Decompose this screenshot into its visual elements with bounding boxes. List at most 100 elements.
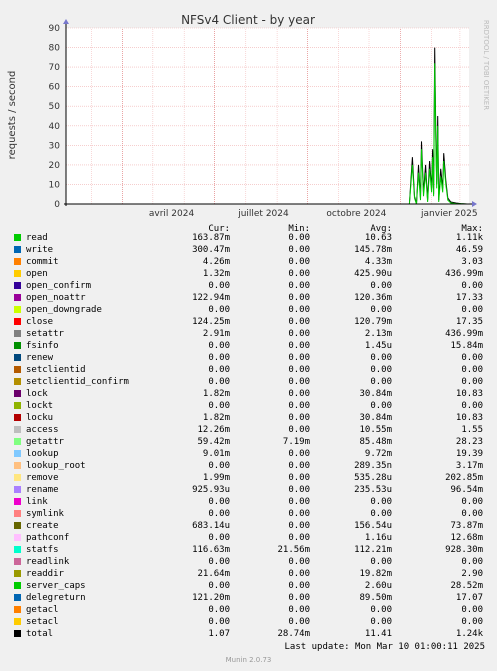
- legend-row-access: access 12.26m 0.00 10.55m 1.55: [0, 424, 497, 436]
- legend-cur: 0.00: [208, 281, 230, 291]
- y-tick-label: 80: [49, 44, 61, 54]
- legend-max: 436.99m: [445, 329, 483, 339]
- legend-row-readlink: readlink 0.00 0.00 0.00 0.00: [0, 556, 497, 568]
- legend-max: 0.00: [461, 377, 483, 387]
- legend-name: open_noattr: [26, 293, 86, 303]
- legend-min: 28.74m: [277, 629, 310, 639]
- legend-avg: 9.72m: [364, 449, 392, 459]
- legend-cur: 300.47m: [192, 245, 230, 255]
- legend-max: 19.39: [455, 449, 483, 459]
- legend-avg: 1.16u: [364, 533, 392, 543]
- legend-swatch: [14, 510, 21, 517]
- x-tick-label: octobre 2024: [326, 209, 386, 219]
- legend-max: 0.00: [461, 509, 483, 519]
- legend-name: lockt: [26, 401, 54, 411]
- chart-title: NFSv4 Client - by year: [181, 13, 315, 27]
- legend-max: 0.00: [461, 353, 483, 363]
- legend-min: 0.00: [288, 365, 310, 375]
- legend-row-lockt: lockt 0.00 0.00 0.00 0.00: [0, 400, 497, 412]
- x-ticks: avril 2024 juillet 2024 octobre 2024 janvie…: [149, 209, 478, 219]
- legend-max: 10.83: [455, 413, 483, 423]
- legend-row-getattr: getattr 59.42m 7.19m 85.48m 28.23: [0, 436, 497, 448]
- legend-avg: 0.00: [370, 353, 392, 363]
- legend-max: 0.00: [461, 617, 483, 627]
- legend-cur: 163.87m: [192, 233, 230, 243]
- legend-avg: 30.84m: [359, 389, 392, 399]
- legend-name: setacl: [26, 617, 59, 627]
- legend-swatch: [14, 366, 21, 373]
- legend-min: 0.00: [288, 581, 310, 591]
- legend-avg: 535.28u: [354, 473, 392, 483]
- legend-name: open_downgrade: [26, 305, 102, 315]
- legend-swatch: [14, 246, 21, 253]
- legend-avg: 89.50m: [359, 593, 392, 603]
- y-tick-label: 60: [49, 83, 61, 93]
- legend-name: access: [26, 425, 59, 435]
- legend-min: 0.00: [288, 269, 310, 279]
- legend-name: getacl: [26, 605, 59, 615]
- legend-min: 0.00: [288, 449, 310, 459]
- legend-swatch: [14, 462, 21, 469]
- legend-row-pathconf: pathconf 0.00 0.00 1.16u 12.68m: [0, 532, 497, 544]
- legend-name: readdir: [26, 569, 64, 579]
- legend-min: 0.00: [288, 389, 310, 399]
- legend-min: 0.00: [288, 485, 310, 495]
- legend-row-open_noattr: open_noattr 122.94m 0.00 120.36m 17.33: [0, 292, 497, 304]
- legend-swatch: [14, 630, 21, 637]
- legend-name: open_confirm: [26, 281, 92, 291]
- legend-row-remove: remove 1.99m 0.00 535.28u 202.85m: [0, 472, 497, 484]
- x-tick-label: juillet 2024: [237, 209, 289, 219]
- legend-row-total: total 1.07 28.74m 11.41 1.24k: [0, 628, 497, 640]
- legend-swatch: [14, 330, 21, 337]
- legend-swatch: [14, 618, 21, 625]
- legend-row-locku: locku 1.82m 0.00 30.84m 10.83: [0, 412, 497, 424]
- legend-swatch: [14, 558, 21, 565]
- legend-cur: 0.00: [208, 497, 230, 507]
- legend-cur: 12.26m: [197, 425, 230, 435]
- legend-max: 15.84m: [450, 341, 483, 351]
- legend-max: 28.52m: [450, 581, 483, 591]
- legend-max: 1.24k: [455, 629, 483, 639]
- x-tick-label: avril 2024: [149, 209, 195, 219]
- legend-max: 17.35: [455, 317, 483, 327]
- legend-swatch: [14, 306, 21, 313]
- legend-name: lookup_root: [26, 461, 86, 471]
- y-tick-label: 70: [49, 63, 61, 73]
- legend-row-setacl: setacl 0.00 0.00 0.00 0.00: [0, 616, 497, 628]
- legend-name: fsinfo: [26, 341, 59, 351]
- legend-row-symlink: symlink 0.00 0.00 0.00 0.00: [0, 508, 497, 520]
- x-axis-arrow: [472, 201, 477, 207]
- legend-avg: 10.55m: [359, 425, 392, 435]
- legend-row-server_caps: server_caps 0.00 0.00 2.60u 28.52m: [0, 580, 497, 592]
- legend-min: 0.00: [288, 341, 310, 351]
- legend-max: 3.03: [461, 257, 483, 267]
- legend-row-commit: commit 4.26m 0.00 4.33m 3.03: [0, 256, 497, 268]
- legend-cur: 2.91m: [202, 329, 230, 339]
- legend-max: 436.99m: [445, 269, 483, 279]
- legend-cur: 1.82m: [202, 389, 230, 399]
- legend-name: setattr: [26, 329, 64, 339]
- legend-name: write: [26, 245, 54, 255]
- y-tick-label: 40: [49, 122, 61, 132]
- legend-swatch: [14, 486, 21, 493]
- legend-avg: 156.54u: [354, 521, 392, 531]
- legend-cur: 0.00: [208, 557, 230, 567]
- legend-swatch: [14, 318, 21, 325]
- legend-swatch: [14, 582, 21, 589]
- legend-max: 0.00: [461, 401, 483, 411]
- legend-row-lookup: lookup 9.01m 0.00 9.72m 19.39: [0, 448, 497, 460]
- legend-name: setclientid_confirm: [26, 377, 129, 387]
- legend-max: 96.54m: [450, 485, 483, 495]
- legend-cur: 9.01m: [202, 449, 230, 459]
- legend-min: 0.00: [288, 401, 310, 411]
- legend-max: 928.30m: [445, 545, 483, 555]
- legend-avg: 19.82m: [359, 569, 392, 579]
- legend-swatch: [14, 474, 21, 481]
- legend-row-create: create 683.14u 0.00 156.54u 73.87m: [0, 520, 497, 532]
- legend-cur: 683.14u: [192, 521, 230, 531]
- legend-max: 2.90: [461, 569, 483, 579]
- legend-swatch: [14, 234, 21, 241]
- legend-min: 0.00: [288, 329, 310, 339]
- legend-min: 0.00: [288, 413, 310, 423]
- legend-min: 0.00: [288, 557, 310, 567]
